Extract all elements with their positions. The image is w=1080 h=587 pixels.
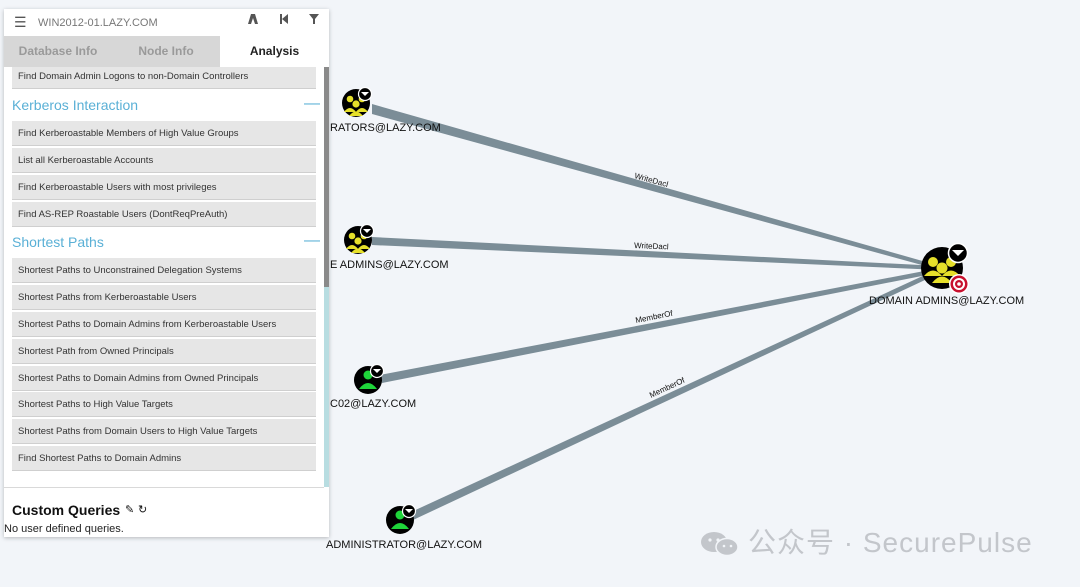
edge-line[interactable] <box>409 268 942 520</box>
query-item[interactable]: Shortest Paths from Domain Users to High… <box>12 419 316 444</box>
edges-layer: WriteDacl WriteDacl MemberOf MemberOf <box>372 104 942 520</box>
section-title: Shortest Paths <box>12 234 104 250</box>
scrollbar[interactable] <box>324 67 329 487</box>
query-item[interactable]: Shortest Paths to Unconstrained Delegati… <box>12 258 316 283</box>
tab-analysis[interactable]: Analysis <box>220 36 329 67</box>
side-panel: ☰ Database Info Node Info Analysis Find … <box>4 9 329 537</box>
tab-database-info[interactable]: Database Info <box>4 36 112 67</box>
chat-bubbles-icon <box>701 532 739 557</box>
node-label: ADMINISTRATOR@LAZY.COM <box>326 539 482 551</box>
node-label: RATORS@LAZY.COM <box>330 122 441 134</box>
high-value-badge-icon <box>359 223 375 239</box>
query-item[interactable]: Find AS-REP Roastable Users (DontReqPreA… <box>12 202 316 227</box>
node-label: DOMAIN ADMINS@LAZY.COM <box>869 295 1024 307</box>
query-item[interactable]: List all Kerberoastable Accounts <box>12 148 316 173</box>
query-item[interactable]: Find Kerberoastable Users with most priv… <box>12 175 316 200</box>
custom-queries-empty: No user defined queries. <box>4 523 124 535</box>
query-item[interactable]: Shortest Paths to Domain Admins from Own… <box>12 366 316 391</box>
high-value-badge-icon <box>401 503 417 519</box>
menu-icon[interactable]: ☰ <box>14 14 27 31</box>
query-item[interactable]: Shortest Paths to High Value Targets <box>12 392 316 417</box>
query-item[interactable]: Find Shortest Paths to Domain Admins <box>12 446 316 471</box>
section-title: Kerberos Interaction <box>12 97 139 113</box>
tab-node-info[interactable]: Node Info <box>112 36 220 67</box>
query-item[interactable]: Find Domain Admin Logons to non-Domain C… <box>12 67 316 89</box>
query-item[interactable]: Shortest Paths to Domain Admins from Ker… <box>12 312 316 337</box>
analysis-query-list: Find Domain Admin Logons to non-Domain C… <box>4 67 324 487</box>
back-icon[interactable] <box>279 13 289 28</box>
high-value-badge-icon <box>357 86 373 102</box>
scrollbar-thumb[interactable] <box>324 67 329 287</box>
divider <box>4 487 324 488</box>
section-header-shortest-paths[interactable]: Shortest Paths — <box>12 228 320 256</box>
collapse-icon[interactable]: — <box>304 228 320 254</box>
filter-icon[interactable] <box>309 13 319 28</box>
graph-node-administrator[interactable]: ADMINISTRATOR@LAZY.COM <box>326 503 482 552</box>
path-finding-icon[interactable] <box>247 13 259 28</box>
target-icon <box>949 274 969 294</box>
edge-line[interactable] <box>380 268 942 383</box>
section-header-kerberos[interactable]: Kerberos Interaction — <box>12 91 320 119</box>
node-label: E ADMINS@LAZY.COM <box>330 259 449 271</box>
edge-label: WriteDacl <box>634 241 669 251</box>
watermark-text: 公众号 · SecurePulse <box>748 527 1033 558</box>
collapse-icon[interactable]: — <box>304 91 320 117</box>
high-value-badge-icon <box>947 242 969 264</box>
refresh-icon[interactable]: ↻ <box>138 503 147 516</box>
edit-icon[interactable]: ✎ <box>125 503 134 516</box>
graph-node-enterprise-admins[interactable]: E ADMINS@LAZY.COM <box>330 223 449 272</box>
high-value-badge-icon <box>369 363 385 379</box>
node-label: C02@LAZY.COM <box>330 398 416 410</box>
tab-bar: Database Info Node Info Analysis <box>4 36 329 67</box>
search-input[interactable] <box>36 12 240 34</box>
query-item[interactable]: Shortest Paths from Kerberoastable Users <box>12 285 316 310</box>
query-item[interactable]: Find Kerberoastable Members of High Valu… <box>12 121 316 146</box>
custom-queries-title: Custom Queries <box>12 502 121 518</box>
query-item[interactable]: Shortest Path from Owned Principals <box>12 339 316 364</box>
search-bar: ☰ <box>4 9 329 36</box>
